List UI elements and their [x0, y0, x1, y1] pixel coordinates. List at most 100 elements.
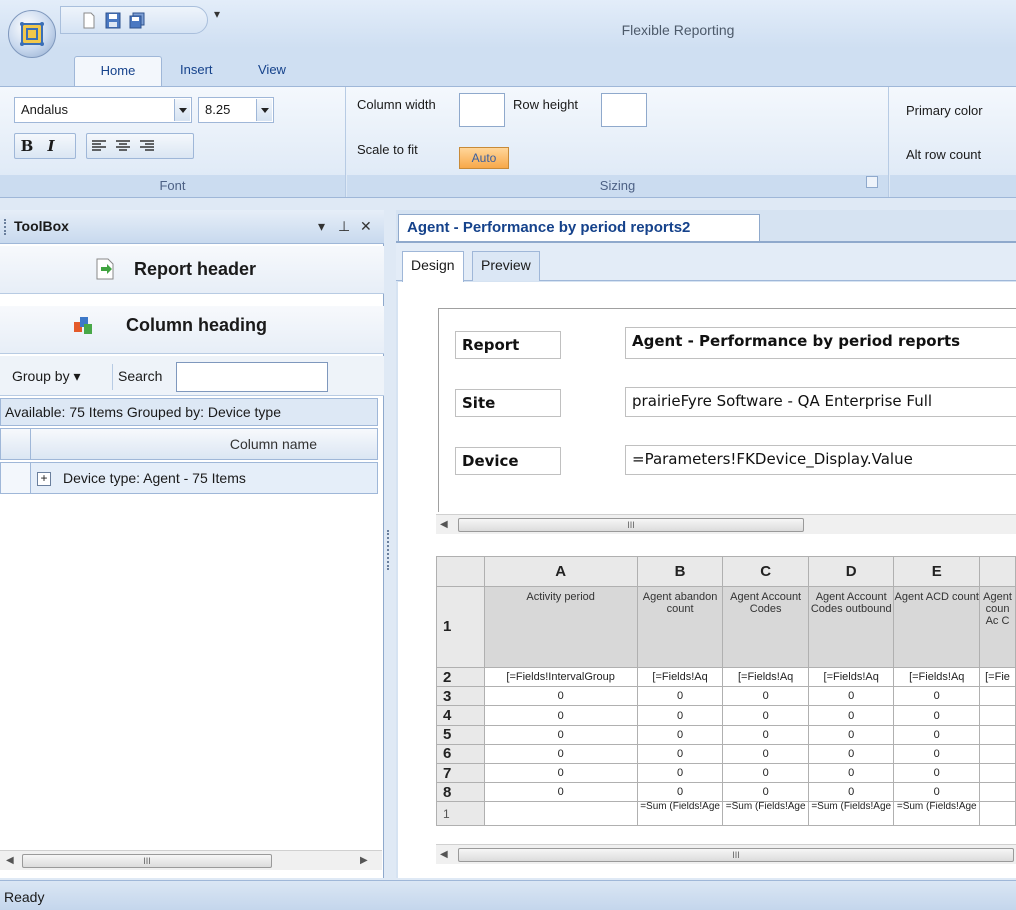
row-header[interactable]: 2 [436, 666, 485, 688]
data-cell[interactable]: =Sum (Fields!Age [722, 801, 809, 826]
data-cell[interactable]: 0 [807, 743, 895, 765]
data-cell[interactable]: [=Fie [979, 666, 1016, 688]
data-cell[interactable] [483, 801, 638, 826]
row-header[interactable]: 1 [436, 585, 485, 669]
header-cell[interactable]: Agent coun Ac C [979, 585, 1016, 669]
scroll-thumb[interactable]: III [458, 848, 1014, 862]
italic-button[interactable]: I [39, 134, 63, 158]
toolbox-horizontal-scrollbar[interactable]: ◀ III ▶ [0, 850, 382, 870]
auto-scale-button[interactable]: Auto [459, 147, 509, 169]
header-cell[interactable]: Agent abandon count [636, 585, 724, 669]
column-header-a[interactable]: A [483, 556, 638, 587]
header-cell[interactable]: Agent Account Codes [722, 585, 809, 669]
site-value[interactable]: prairieFyre Software - QA Enterprise Ful… [625, 387, 1016, 417]
data-cell[interactable]: 0 [483, 724, 638, 745]
row-header[interactable]: 5 [436, 724, 485, 745]
row-header[interactable]: 3 [436, 686, 485, 707]
column-header-f[interactable] [979, 556, 1016, 587]
data-cell[interactable] [979, 801, 1016, 826]
column-width-input[interactable] [459, 93, 505, 127]
column-heading-button[interactable]: Column heading [0, 306, 384, 354]
report-value[interactable]: Agent - Performance by period reports [625, 327, 1016, 359]
data-cell[interactable]: [=Fields!Aq [722, 666, 809, 688]
data-cell[interactable]: 0 [636, 782, 724, 803]
scroll-left-icon[interactable]: ◀ [440, 519, 448, 530]
data-cell[interactable]: 0 [722, 743, 809, 765]
data-cell[interactable]: 0 [722, 724, 809, 745]
data-cell[interactable]: 0 [722, 686, 809, 707]
data-cell[interactable]: =Sum (Fields!Age [807, 801, 895, 826]
font-size-combo[interactable]: 8.25 [198, 97, 274, 123]
row-header[interactable]: 1 [436, 801, 485, 826]
align-left-icon[interactable] [87, 134, 111, 158]
group-by-dropdown[interactable]: Group by ▾ [12, 368, 81, 385]
data-cell[interactable] [979, 705, 1016, 726]
data-cell[interactable]: 0 [483, 763, 638, 784]
scroll-left-icon[interactable]: ◀ [6, 855, 14, 866]
data-cell[interactable]: [=Fields!Aq [807, 666, 895, 688]
data-cell[interactable] [979, 763, 1016, 784]
sheet-horizontal-scrollbar[interactable]: ◀ III [436, 844, 1016, 864]
data-cell[interactable]: 0 [722, 782, 809, 803]
column-header-d[interactable]: D [807, 556, 895, 587]
data-cell[interactable]: 0 [807, 686, 895, 707]
header-cell[interactable]: Agent Account Codes outbound [807, 585, 895, 669]
application-menu-button[interactable] [8, 10, 56, 58]
tab-preview[interactable]: Preview [472, 251, 540, 281]
data-cell[interactable]: [=Fields!Aq [893, 666, 981, 688]
sizing-dialog-launcher-icon[interactable] [866, 176, 878, 188]
font-size-dropdown-button[interactable] [256, 99, 272, 121]
tab-home[interactable]: Home [74, 56, 162, 86]
data-cell[interactable]: 0 [807, 705, 895, 726]
data-cell[interactable]: 0 [636, 724, 724, 745]
data-cell[interactable]: [=Fields!Aq [636, 666, 724, 688]
report-label[interactable]: Report [455, 331, 561, 359]
scroll-right-icon[interactable]: ▶ [360, 855, 368, 866]
data-cell[interactable]: 0 [893, 705, 981, 726]
data-cell[interactable]: =Sum (Fields!Age [893, 801, 981, 826]
column-header-e[interactable]: E [893, 556, 981, 587]
data-cell[interactable]: 0 [893, 782, 981, 803]
data-cell[interactable]: 0 [483, 743, 638, 765]
row-header[interactable]: 6 [436, 743, 485, 765]
data-cell[interactable]: 0 [483, 686, 638, 707]
data-cell[interactable]: 0 [807, 782, 895, 803]
customize-toolbar-dropdown[interactable]: ▾ [214, 7, 220, 21]
bold-button[interactable]: B [15, 134, 39, 158]
close-icon[interactable]: ✕ [360, 218, 372, 235]
column-name-header[interactable]: Column name [230, 436, 317, 452]
data-cell[interactable] [979, 743, 1016, 765]
data-cell[interactable]: 0 [893, 724, 981, 745]
data-cell[interactable]: 0 [807, 763, 895, 784]
data-cell[interactable]: 0 [893, 743, 981, 765]
data-cell[interactable]: 0 [483, 782, 638, 803]
panel-menu-icon[interactable]: ▾ [318, 218, 325, 235]
header-cell[interactable]: Activity period [483, 585, 638, 669]
search-input[interactable] [176, 362, 328, 392]
site-label[interactable]: Site [455, 389, 561, 417]
data-cell[interactable]: 0 [483, 705, 638, 726]
data-cell[interactable] [979, 724, 1016, 745]
font-name-combo[interactable]: Andalus [14, 97, 192, 123]
scroll-thumb[interactable]: III [22, 854, 272, 868]
device-type-group-row[interactable]: + Device type: Agent - 75 Items [0, 462, 378, 494]
data-cell[interactable]: 0 [636, 763, 724, 784]
device-label[interactable]: Device [455, 447, 561, 475]
pin-icon[interactable]: ⊥ [338, 218, 350, 235]
header-cell[interactable]: Agent ACD count [893, 585, 981, 669]
row-height-input[interactable] [601, 93, 647, 127]
document-tab[interactable]: Agent - Performance by period reports2 [398, 214, 760, 242]
font-name-dropdown-button[interactable] [174, 99, 190, 121]
column-header-c[interactable]: C [722, 556, 809, 587]
device-value[interactable]: =Parameters!FKDevice_Display.Value [625, 445, 1016, 475]
align-right-icon[interactable] [135, 134, 159, 158]
data-cell[interactable]: 0 [893, 763, 981, 784]
tab-insert[interactable]: Insert [180, 59, 213, 80]
data-cell[interactable]: 0 [636, 743, 724, 765]
scroll-left-icon[interactable]: ◀ [440, 849, 448, 860]
data-cell[interactable]: 0 [722, 763, 809, 784]
row-header[interactable]: 8 [436, 782, 485, 803]
header-horizontal-scrollbar[interactable]: ◀ III [436, 514, 1016, 534]
row-header[interactable]: 7 [436, 763, 485, 784]
data-cell[interactable]: 0 [636, 705, 724, 726]
